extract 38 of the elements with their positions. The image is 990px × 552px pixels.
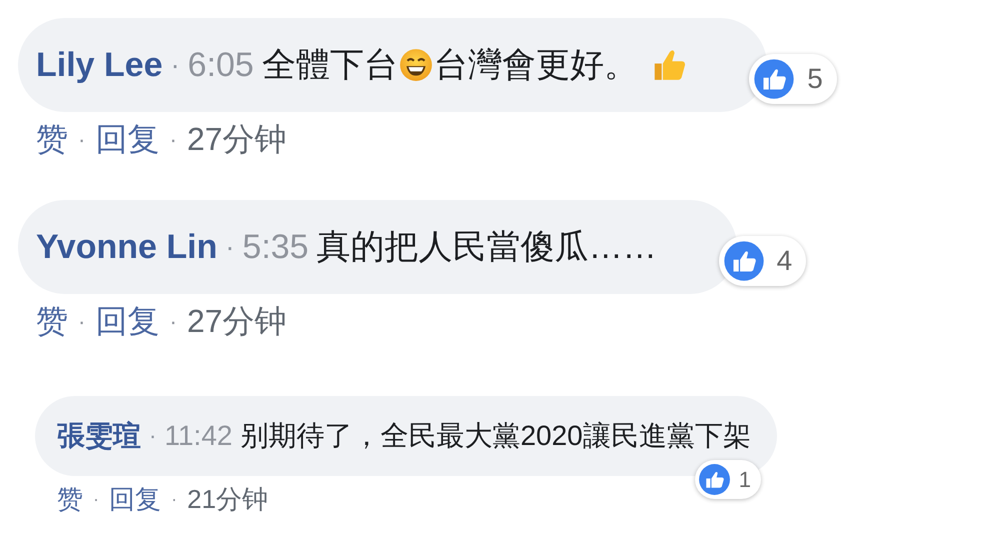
reaction-number: 4: [776, 245, 792, 277]
like-icon: [722, 240, 765, 282]
action-link[interactable]: 回复: [95, 118, 160, 162]
action-link[interactable]: 赞: [57, 482, 83, 517]
separator-dot: ·: [78, 127, 86, 153]
grinning-face-icon: [398, 48, 433, 82]
comment-age: 27分钟: [186, 120, 287, 159]
reaction-count[interactable]: 5: [749, 54, 837, 104]
separator-dot: ·: [225, 231, 234, 263]
comment-time: 5:35: [242, 228, 309, 266]
comment-age: 27分钟: [186, 302, 287, 341]
separator-dot: ·: [169, 309, 177, 335]
comment-text: 真的把人民當傻瓜……: [316, 227, 657, 268]
separator-dot: ·: [93, 489, 100, 510]
author-name[interactable]: 張雯瑄: [57, 417, 141, 455]
reaction-number: 5: [807, 63, 823, 95]
comment-time: 11:42: [164, 420, 232, 452]
separator-dot: ·: [170, 49, 180, 81]
action-link[interactable]: 回复: [109, 482, 162, 517]
separator-dot: ·: [169, 127, 177, 153]
separator-dot: ·: [149, 423, 156, 449]
separator-dot: ·: [171, 489, 178, 510]
like-icon: [753, 58, 796, 100]
comment-text: 全體下台: [262, 45, 398, 86]
comment-text: 台灣會更好。: [434, 45, 638, 86]
action-link[interactable]: 回复: [95, 300, 160, 344]
author-name[interactable]: Lily Lee: [36, 46, 163, 84]
reaction-count[interactable]: 4: [718, 236, 806, 286]
action-link[interactable]: 赞: [36, 118, 68, 162]
comment-time: 6:05: [188, 46, 254, 84]
comment-text: 别期待了，全民最大黨2020讓民進黨下架: [240, 419, 751, 453]
action-link[interactable]: 赞: [36, 300, 68, 344]
reaction-number: 1: [738, 466, 752, 492]
author-name[interactable]: Yvonne Lin: [36, 228, 218, 266]
reaction-count[interactable]: 1: [694, 460, 762, 499]
like-icon: [698, 463, 731, 496]
comment-age: 21分钟: [187, 483, 268, 516]
separator-dot: ·: [78, 309, 86, 335]
